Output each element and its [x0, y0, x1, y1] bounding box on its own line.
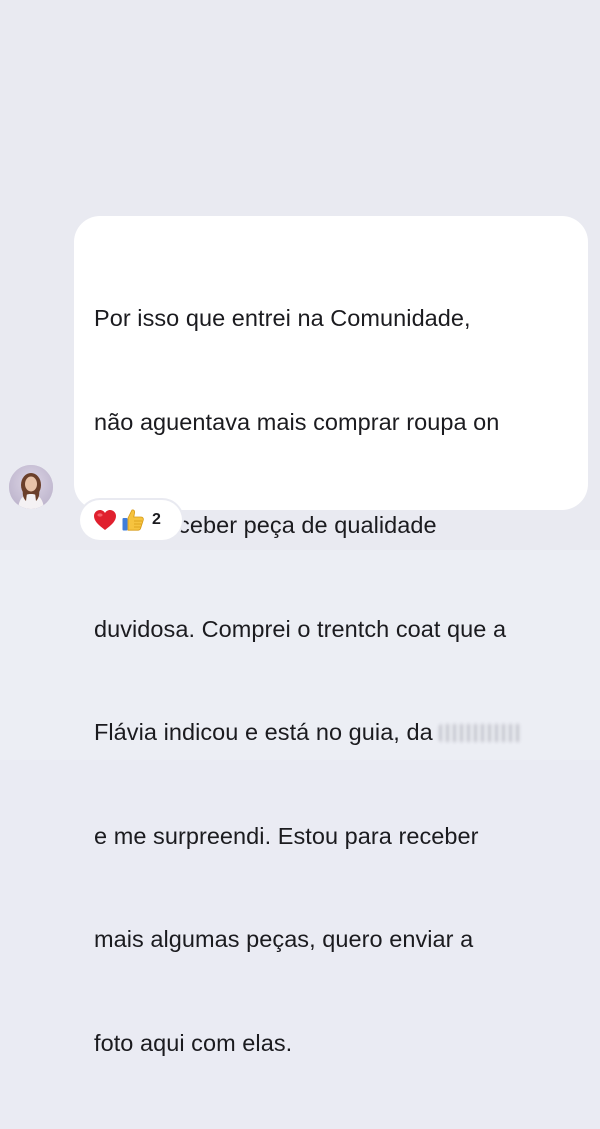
message-text: Por isso que entrei na Comunidade, não a…: [94, 232, 570, 1129]
message-line: duvidosa. Comprei o trentch coat que a: [94, 615, 507, 642]
message-line: Por isso que entrei na Comunidade,: [94, 305, 471, 331]
redacted-text: [439, 724, 524, 742]
message-line: foto aqui com elas.: [94, 1029, 293, 1056]
message-line-with-redaction: Flávia indicou e está no guia, da: [94, 715, 570, 750]
message-line: e me surpreendi. Estou para receber: [94, 822, 479, 849]
message-line: mais algumas peças, quero enviar a: [94, 926, 474, 952]
avatar[interactable]: [9, 465, 53, 509]
avatar-portrait: [9, 465, 53, 509]
reaction-count: 2: [152, 511, 161, 528]
message-line: Flávia indicou e está no guia, da: [94, 719, 433, 745]
red-heart-icon[interactable]: [91, 506, 119, 534]
reactions-pill[interactable]: 2: [80, 500, 182, 540]
message-bubble[interactable]: Por isso que entrei na Comunidade, não a…: [74, 216, 588, 1056]
message-line: não aguentava mais comprar roupa on: [94, 408, 500, 435]
thumbs-up-icon[interactable]: [119, 506, 147, 534]
